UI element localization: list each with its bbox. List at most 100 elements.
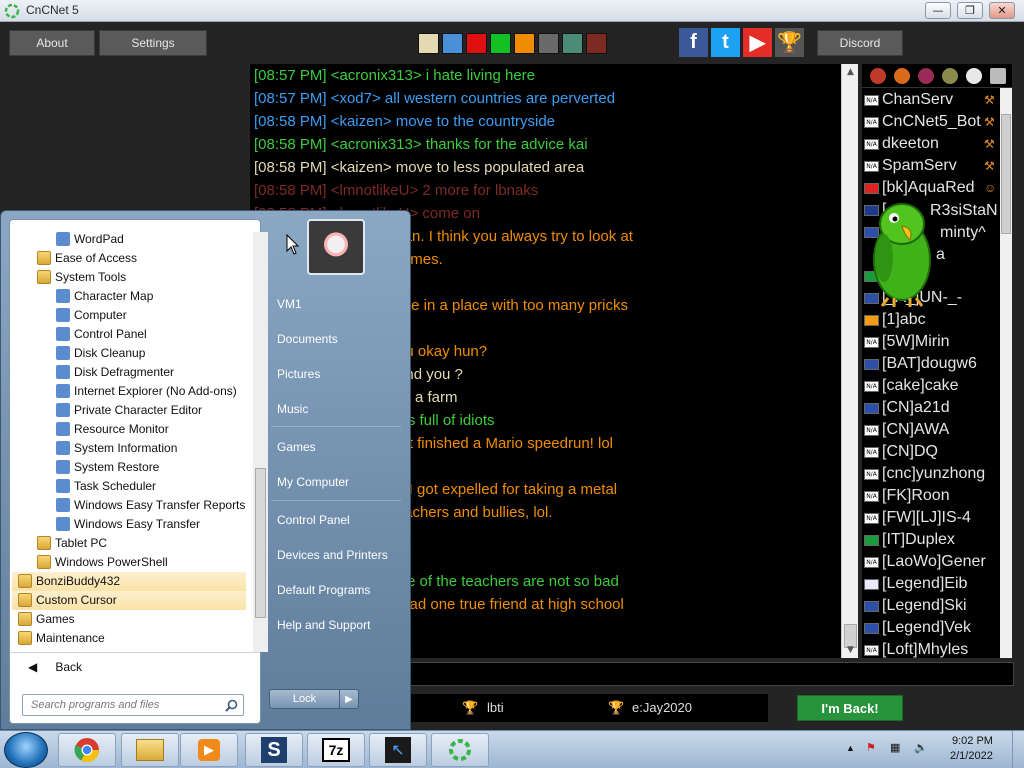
program-list-item[interactable]: Windows PowerShell (12, 553, 246, 572)
lock-label[interactable]: Lock (270, 690, 340, 708)
clock-time[interactable]: 9:02 PM (952, 735, 993, 747)
program-list-item[interactable]: Maintenance (12, 629, 246, 648)
user-list[interactable]: N/A ChanServ ⚒ N/A CnCNet5_Bot ⚒ N/A dkeeton ⚒ N/… (862, 64, 1012, 658)
bonzibuddy-parrot-icon[interactable] (862, 198, 940, 308)
user-list-item[interactable]: N/A SpamServ ⚒ (862, 156, 1012, 178)
user-list-item[interactable]: N/A [cnc]yunzhong (862, 464, 1012, 486)
user-list-item[interactable]: N/A [CN]DQ (862, 442, 1012, 464)
program-list-item[interactable]: Custom Cursor (12, 591, 246, 610)
7zip-icon[interactable]: 7z (307, 733, 365, 767)
im-back-button[interactable]: I'm Back! (797, 695, 903, 721)
user-scroll-thumb[interactable] (1001, 114, 1011, 234)
user-list-item[interactable]: [Legend]Vek (862, 618, 1012, 640)
scroll-down-arrow-icon[interactable]: ▼ (842, 642, 859, 658)
cncnet-icon[interactable] (431, 733, 489, 767)
program-list-item[interactable]: System Restore (12, 458, 246, 477)
program-list-item[interactable]: Windows Easy Transfer Reports (12, 496, 246, 515)
program-list-item[interactable]: Ease of Access (12, 249, 246, 268)
overlapped-username[interactable]: R3siStaN (930, 202, 998, 220)
user-list-item[interactable]: N/A [cake]cake (862, 376, 1012, 398)
chat-color-swatch[interactable] (466, 33, 487, 54)
settings-button[interactable]: Settings (99, 30, 207, 56)
program-list-item[interactable]: Tablet PC (12, 534, 246, 553)
lock-button[interactable]: Lock ▶ (269, 689, 359, 709)
volume-icon[interactable]: 🔈 (914, 741, 928, 754)
s-app-icon[interactable]: S (245, 733, 303, 767)
programs-scroll-thumb[interactable] (255, 468, 266, 618)
user-list-item[interactable]: [1]abc (862, 310, 1012, 332)
chrome-icon[interactable] (58, 733, 116, 767)
chat-color-swatch[interactable] (514, 33, 535, 54)
heart-icon[interactable] (990, 68, 1006, 84)
trophy-icon[interactable]: 🏆 (775, 28, 804, 57)
search-programs-input[interactable]: Search programs and files (22, 694, 244, 716)
music-link[interactable]: Music (277, 402, 308, 416)
user-list-item[interactable]: N/A [FK]Roon (862, 486, 1012, 508)
user-list-item[interactable]: N/A CnCNet5_Bot ⚒ (862, 112, 1012, 134)
user-list-item[interactable]: N/A [FW][LJ]IS-4 (862, 508, 1012, 530)
program-list-item[interactable]: Character Map (12, 287, 246, 306)
user-list-item[interactable]: [BAT]dougw6 (862, 354, 1012, 376)
maximize-button[interactable]: ❐ (957, 2, 983, 19)
network-icon[interactable]: ▦ (890, 741, 900, 754)
program-list-item[interactable]: Computer (12, 306, 246, 325)
my-computer-link[interactable]: My Computer (277, 475, 349, 489)
default-programs-link[interactable]: Default Programs (277, 583, 370, 597)
user-folder-link[interactable]: VM1 (277, 297, 302, 311)
program-list-item[interactable]: System Tools (12, 268, 246, 287)
overlapped-username[interactable]: minty^ (940, 224, 986, 242)
program-list-item[interactable]: Private Character Editor (12, 401, 246, 420)
start-button[interactable] (4, 732, 48, 768)
program-list-item[interactable]: Task Scheduler (12, 477, 246, 496)
about-button[interactable]: About (9, 30, 95, 56)
user-list-item[interactable]: [IT]Duplex (862, 530, 1012, 552)
player-name[interactable]: e:Jay2020 (632, 700, 692, 715)
globe-icon[interactable] (942, 68, 958, 84)
program-list-item[interactable]: BonziBuddy432 (12, 572, 246, 591)
user-list-item[interactable]: N/A [Loft]Mhyles (862, 640, 1012, 658)
cursor-app-icon[interactable]: ↖ (369, 733, 427, 767)
program-list-item[interactable]: Windows Easy Transfer (12, 515, 246, 534)
explosion-icon[interactable] (894, 68, 910, 84)
explorer-icon[interactable] (121, 733, 179, 767)
user-list-item[interactable]: N/A dkeeton ⚒ (862, 134, 1012, 156)
clock-date[interactable]: 2/1/2022 (950, 750, 993, 762)
chat-color-swatch[interactable] (490, 33, 511, 54)
show-desktop-button[interactable] (1012, 731, 1024, 768)
program-list-item[interactable]: Resource Monitor (12, 420, 246, 439)
chat-color-swatch[interactable] (586, 33, 607, 54)
user-list-item[interactable]: N/A [CN]AWA (862, 420, 1012, 442)
minimize-button[interactable]: — (925, 2, 951, 19)
help-support-link[interactable]: Help and Support (277, 618, 370, 632)
user-account-picture[interactable] (307, 219, 365, 275)
program-list-item[interactable]: Disk Cleanup (12, 344, 246, 363)
close-button[interactable]: ✕ (989, 2, 1015, 19)
user-list-item[interactable]: N/A [LaoWo]Gener (862, 552, 1012, 574)
overlapped-username[interactable]: a (936, 246, 945, 264)
program-list-item[interactable]: System Information (12, 439, 246, 458)
chat-color-swatch[interactable] (538, 33, 559, 54)
chat-color-swatch[interactable] (442, 33, 463, 54)
program-list-item[interactable]: WordPad (12, 230, 246, 249)
user-list-item[interactable]: [Legend]Ski (862, 596, 1012, 618)
program-list-item[interactable]: Control Panel (12, 325, 246, 344)
user-list-scrollbar[interactable] (1000, 88, 1012, 658)
user-list-item[interactable]: N/A [5W]Mirin (862, 332, 1012, 354)
back-button[interactable]: ◀ Back (28, 660, 82, 674)
chat-color-swatch[interactable] (562, 33, 583, 54)
scroll-up-arrow-icon[interactable]: ▲ (842, 64, 859, 80)
control-panel-link[interactable]: Control Panel (277, 513, 350, 527)
user-list-item[interactable]: [CN]a21d (862, 398, 1012, 420)
discord-button[interactable]: Discord (817, 30, 903, 56)
twitter-icon[interactable]: t (711, 28, 740, 57)
games-link[interactable]: Games (277, 440, 316, 454)
media-player-icon[interactable]: ▶ (180, 733, 238, 767)
player-name[interactable]: lbti (487, 700, 504, 715)
chat-bubble-icon[interactable] (966, 68, 982, 84)
user-list-item[interactable]: [Legend]Eib (862, 574, 1012, 596)
search-icon[interactable] (225, 699, 238, 712)
user-list-item[interactable]: N/A ChanServ ⚒ (862, 90, 1012, 112)
pictures-link[interactable]: Pictures (277, 367, 320, 381)
program-list-item[interactable]: Internet Explorer (No Add-ons) (12, 382, 246, 401)
documents-link[interactable]: Documents (277, 332, 338, 346)
